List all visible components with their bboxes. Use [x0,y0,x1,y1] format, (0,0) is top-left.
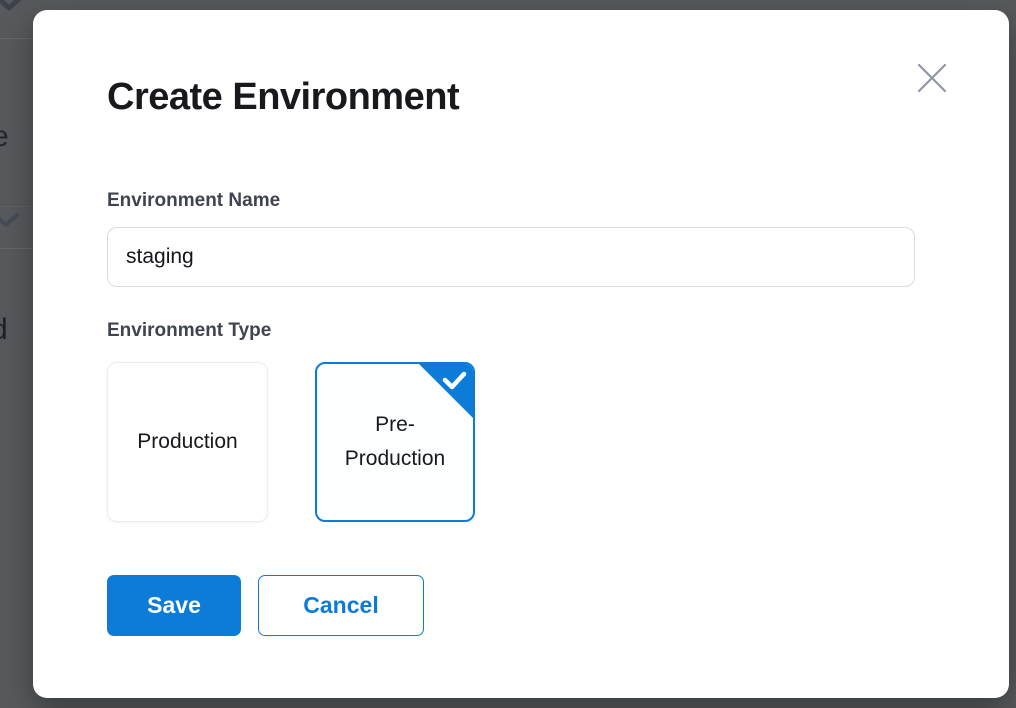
cancel-button[interactable]: Cancel [258,575,424,636]
environment-type-option-production[interactable]: Production [107,362,268,522]
option-label: Pre-Production [334,408,456,476]
close-icon [916,62,948,94]
option-label: Production [137,425,237,459]
background-text-fragment: e [0,122,9,152]
background-divider [0,206,33,207]
dialog-title: Create Environment [107,76,459,119]
create-environment-dialog: Create Environment Environment Name Envi… [33,10,1009,698]
background-chevron-icon [0,0,28,14]
background-divider [0,248,33,249]
close-button[interactable] [913,59,951,97]
environment-name-input[interactable] [107,227,915,287]
environment-type-option-pre-production[interactable]: Pre-Production [315,362,475,522]
background-chevron-down-icon [0,210,22,230]
background-divider [0,38,33,39]
environment-name-label: Environment Name [107,190,280,212]
environment-type-label: Environment Type [107,320,271,342]
background-text-fragment: d [0,315,8,345]
save-button[interactable]: Save [107,575,241,636]
